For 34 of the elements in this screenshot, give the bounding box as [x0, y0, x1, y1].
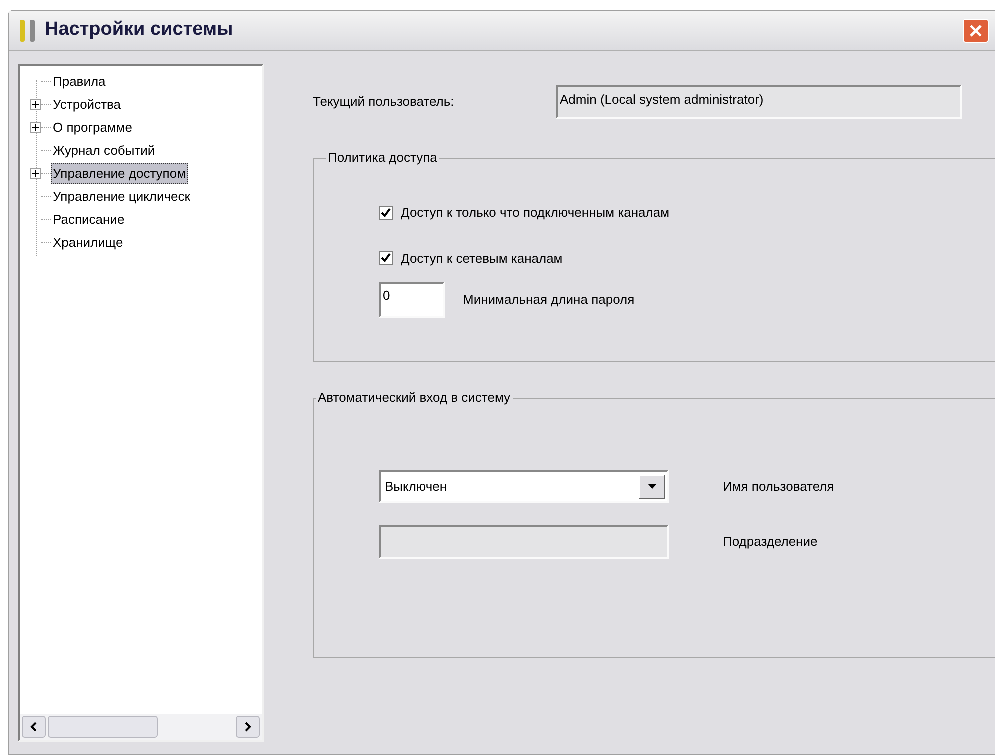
- horizontal-scrollbar[interactable]: [20, 714, 262, 740]
- tree-item[interactable]: Управление циклическ: [51, 186, 192, 208]
- chevron-left-icon: [30, 722, 38, 732]
- checkbox-label: Доступ к только что подключенным каналам: [401, 204, 670, 222]
- user-name-label: Имя пользователя: [723, 478, 834, 496]
- checkbox-label: Доступ к сетевым каналам: [401, 250, 563, 268]
- department-label: Подразделение: [723, 533, 818, 552]
- scroll-left-button[interactable]: [22, 716, 46, 738]
- tree-item[interactable]: Устройства: [51, 94, 124, 116]
- current-user-field: Admin (Local system administrator): [556, 85, 962, 119]
- group-title: Автоматический вход в систему: [316, 389, 513, 407]
- tree-item[interactable]: Правила: [51, 70, 108, 92]
- tree-item[interactable]: Хранилище: [51, 232, 126, 254]
- scroll-right-button[interactable]: [236, 716, 260, 738]
- password-length-label: Минимальная длина пароля: [463, 291, 635, 310]
- password-length-field[interactable]: 0: [379, 282, 445, 318]
- current-user-label: Текущий пользователь:: [313, 93, 456, 112]
- expand-icon[interactable]: [30, 168, 41, 179]
- checkmark-icon: [381, 253, 391, 264]
- expand-icon[interactable]: [30, 122, 41, 133]
- checkbox[interactable]: [379, 251, 393, 266]
- chevron-right-icon: [244, 722, 252, 732]
- user-dropdown[interactable]: Выключен: [379, 470, 669, 503]
- window-title: Настройки системы: [45, 18, 234, 42]
- close-icon: [970, 24, 982, 36]
- expand-icon[interactable]: [30, 99, 41, 110]
- checkbox[interactable]: [379, 206, 393, 220]
- tree-item[interactable]: Журнал событий: [51, 140, 158, 162]
- close-button[interactable]: [963, 18, 989, 42]
- scroll-thumb[interactable]: [48, 716, 158, 738]
- tree-item[interactable]: Расписание: [51, 208, 127, 230]
- tree-item[interactable]: О программе: [51, 116, 135, 138]
- checkmark-icon: [381, 208, 391, 218]
- tree-item[interactable]: Управление доступом: [51, 162, 188, 184]
